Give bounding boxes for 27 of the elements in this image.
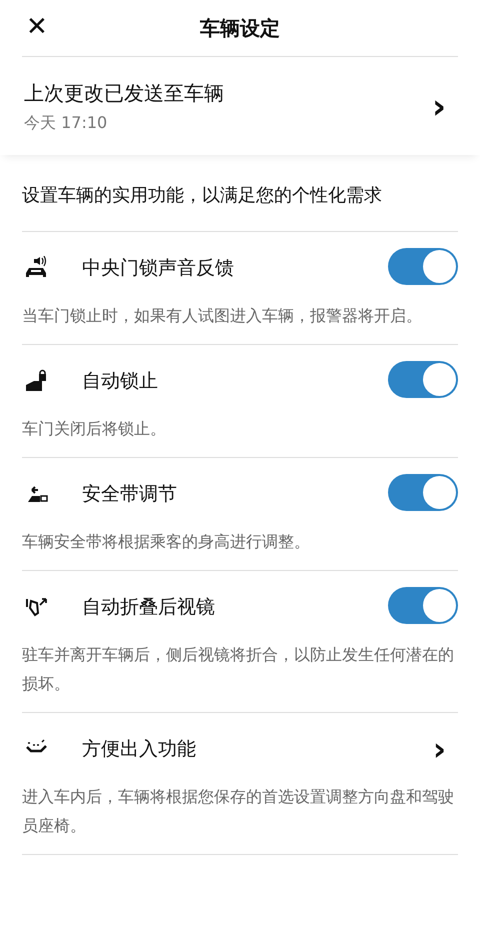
toggle-switch[interactable] <box>388 474 458 510</box>
setting-description: 当车门锁止时，如果有人试图进入车辆，报警器将开启。 <box>22 305 423 327</box>
mirror-fold-icon <box>26 598 47 616</box>
setting-description: 驻车并离开车辆后，侧后视镜将折合，以防止发生任何潜在的损坏。 <box>22 644 455 695</box>
setting-title: 自动锁止 <box>82 369 159 394</box>
setting-description: 车辆安全带将根据乘客的身高进行调整。 <box>22 531 311 553</box>
last-sent-time: 今天 17:10 <box>24 113 108 134</box>
toggle-switch[interactable] <box>388 586 458 624</box>
toggle-switch[interactable] <box>388 248 458 284</box>
seat-entry-icon <box>26 739 47 752</box>
last-sent-row[interactable]: 上次更改已发送至车辆 今天 17:10 › <box>0 57 480 155</box>
setting-title: 安全带调节 <box>82 482 178 507</box>
setting-description: 车门关闭后将锁止。 <box>22 418 167 440</box>
setting-description: 进入车内后，车辆将根据您保存的首选设置调整方向盘和驾驶员座椅。 <box>22 786 455 837</box>
setting-title: 方便出入功能 <box>82 737 197 762</box>
seatbelt-icon <box>28 486 48 502</box>
car-sound-icon <box>26 256 46 277</box>
setting-title: 中央门锁声音反馈 <box>82 256 235 281</box>
last-sent-title: 上次更改已发送至车辆 <box>24 80 225 107</box>
intro-text: 设置车辆的实用功能，以满足您的个性化需求 <box>22 184 383 207</box>
setting-title: 自动折叠后视镜 <box>82 595 216 620</box>
door-lock-icon <box>26 370 46 391</box>
screen-title: 车辆设定 <box>200 14 280 42</box>
close-button[interactable]: ✕ <box>20 8 54 46</box>
chevron-icon[interactable]: › <box>432 730 446 768</box>
toggle-switch[interactable] <box>388 360 458 398</box>
chevron-icon: › <box>432 90 446 124</box>
